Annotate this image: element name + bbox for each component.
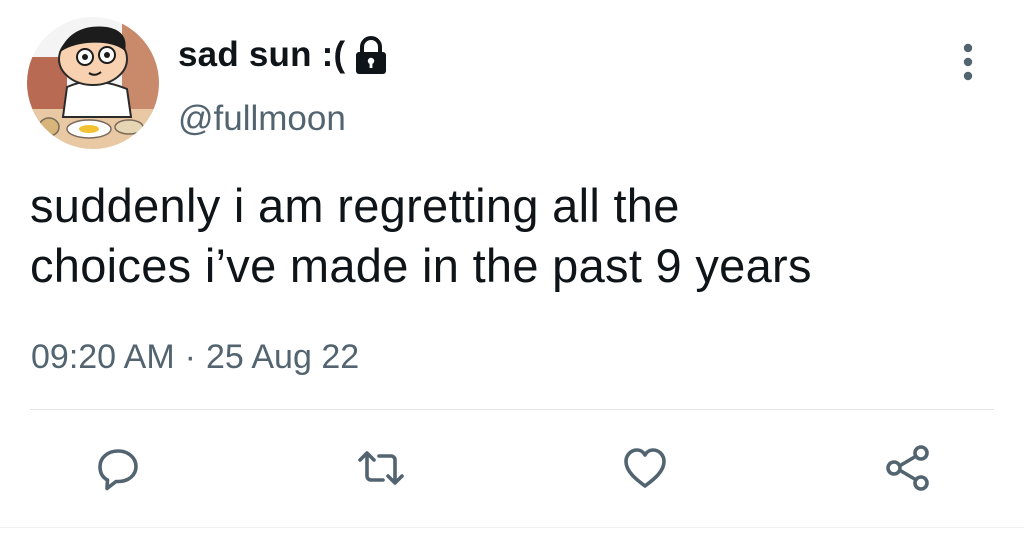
retweet-button[interactable] bbox=[356, 443, 406, 493]
heart-icon bbox=[624, 448, 666, 488]
tweet-date: 25 Aug 22 bbox=[205, 338, 360, 376]
timestamp-separator: · bbox=[184, 338, 196, 376]
tweet-actions bbox=[0, 443, 1024, 493]
display-name[interactable]: sad sun :( bbox=[178, 32, 345, 78]
author-handle[interactable]: @fullmoon bbox=[178, 96, 346, 142]
reply-icon bbox=[98, 449, 138, 491]
avatar[interactable] bbox=[27, 17, 159, 149]
tweet-card: sad sun :( @fullmoon suddenly i am regre… bbox=[0, 0, 1024, 544]
divider bbox=[30, 409, 994, 410]
retweet-icon bbox=[358, 451, 404, 485]
tweet-time: 09:20 AM bbox=[31, 338, 175, 376]
like-button[interactable] bbox=[620, 443, 670, 493]
more-vertical-icon bbox=[963, 43, 973, 81]
author-name-row: sad sun :( bbox=[178, 32, 389, 78]
tweet-text: suddenly i am regretting all the choices… bbox=[30, 179, 812, 292]
tweet-timestamp[interactable]: 09:20 AM · 25 Aug 22 bbox=[31, 334, 359, 380]
more-options-button[interactable] bbox=[948, 38, 988, 86]
bottom-divider bbox=[0, 527, 1024, 528]
avatar-image bbox=[27, 17, 159, 149]
lock-icon bbox=[353, 36, 389, 76]
reply-button[interactable] bbox=[93, 443, 143, 493]
share-icon bbox=[886, 445, 929, 491]
share-button[interactable] bbox=[883, 443, 933, 493]
